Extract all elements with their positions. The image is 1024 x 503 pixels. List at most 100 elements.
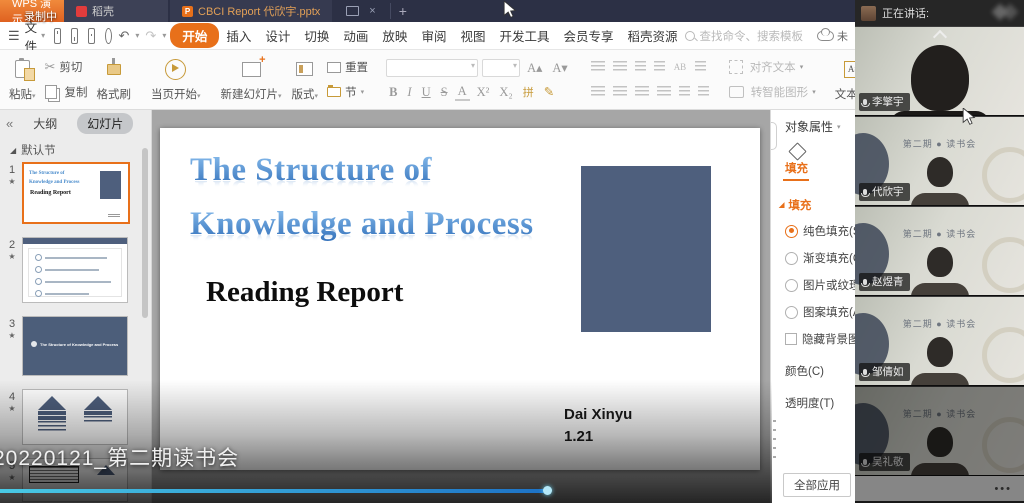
new-slide-button[interactable]: 新建幻灯片▾ — [216, 53, 287, 106]
tab-devtools[interactable]: 开发工具 — [492, 23, 556, 48]
font-name-select[interactable] — [386, 59, 478, 77]
slides-tab[interactable]: 幻灯片 — [77, 113, 133, 134]
fill-section-header[interactable]: ◢ 填充 — [779, 197, 856, 213]
copy-button[interactable]: 复制 — [41, 83, 92, 101]
bold-button[interactable]: B — [386, 85, 400, 100]
radio-gradient-fill[interactable]: 渐变填充(G) — [785, 250, 856, 266]
paste-button[interactable]: 粘贴▾ — [4, 53, 41, 106]
tab-animation[interactable]: 动画 — [336, 23, 375, 48]
font-color-button[interactable]: A — [455, 84, 470, 101]
color-label: 颜色(C) — [785, 363, 856, 379]
tab-view[interactable]: 视图 — [453, 23, 492, 48]
slide-title-line2[interactable]: Knowledge and Process — [190, 206, 534, 243]
undo-icon[interactable]: ↶ — [119, 28, 130, 44]
tab-insert[interactable]: 插入 — [219, 23, 258, 48]
speaker-avatar — [861, 6, 876, 21]
collapse-panel-button[interactable]: « — [6, 116, 13, 131]
participant-video-4[interactable]: 第二期 ● 读书会 邹倩如 — [855, 296, 1024, 386]
align-right-icon[interactable] — [635, 86, 649, 98]
tab-home[interactable]: 开始 — [170, 23, 219, 48]
thumbnail-scrollbar[interactable] — [142, 148, 148, 318]
slide-title-line1[interactable]: The Structure of — [190, 152, 432, 189]
document-tab[interactable]: P CBCI Report 代欣宇.pptx — [170, 0, 332, 22]
radio-solid-fill[interactable]: 纯色填充(S) — [785, 223, 856, 239]
undo-dropdown-icon[interactable]: ▾ — [135, 31, 139, 40]
tab-design[interactable]: 设计 — [258, 23, 297, 48]
radio-picture-texture-fill[interactable]: 图片或纹理填充 — [785, 277, 856, 293]
align-text-button[interactable]: 对齐文本▾ — [725, 58, 820, 76]
home-ribbon: 粘贴▾ ✂ 剪切 复制 格式刷 当页开始▾ 新建幻灯片▾ — [0, 50, 856, 110]
tab-review[interactable]: 审阅 — [414, 23, 453, 48]
slide-thumbnail-3[interactable]: The Structure of Knowledge and Process — [22, 316, 128, 376]
store-tab[interactable]: 稻壳 — [64, 0, 168, 22]
export-icon[interactable] — [71, 28, 78, 44]
format-painter-button[interactable]: 格式刷 — [92, 53, 137, 106]
participant-video-2[interactable]: 第二期 ● 读书会 代欣宇 — [855, 116, 1024, 206]
section-header[interactable]: ◢ 默认节 — [0, 136, 151, 162]
video-progress-knob[interactable] — [543, 486, 552, 495]
increase-font-icon[interactable]: A▴ — [524, 60, 545, 76]
save-icon[interactable] — [54, 28, 61, 44]
new-tab-button[interactable]: + — [390, 3, 415, 19]
distribute-icon[interactable] — [679, 86, 690, 98]
print-preview-icon[interactable] — [105, 28, 112, 44]
apply-all-button[interactable]: 全部应用 — [783, 473, 851, 497]
to-smart-graphic-button[interactable]: 转智能图形▾ — [725, 83, 820, 101]
subscript-button[interactable]: X₂ — [496, 85, 515, 100]
align-left-icon[interactable] — [591, 86, 605, 98]
slide-thumbnail-1[interactable]: The Structure ofKnowledge and Process Re… — [22, 162, 130, 224]
underline-button[interactable]: U — [419, 85, 434, 100]
redo-icon[interactable]: ↷ — [145, 28, 156, 44]
bullet-list-icon[interactable] — [591, 61, 605, 73]
customize-toolbar-icon[interactable]: ▾ — [162, 31, 166, 40]
superscript-button[interactable]: X² — [474, 85, 493, 100]
cut-button[interactable]: ✂ 剪切 — [41, 58, 92, 76]
font-size-select[interactable] — [482, 59, 520, 77]
video-progress-bar[interactable] — [0, 489, 548, 493]
hamburger-icon[interactable]: ☰ — [8, 28, 20, 44]
properties-title[interactable]: 对象属性 ▾ — [771, 110, 856, 141]
fill-tab[interactable]: 填充 — [785, 160, 856, 176]
tab-slideshow[interactable]: 放映 — [375, 23, 414, 48]
highlighter-icon[interactable]: ✎ — [541, 84, 557, 100]
play-from-current-button[interactable]: 当页开始▾ — [146, 53, 206, 106]
layout-button[interactable]: 版式▾ — [287, 53, 324, 106]
decrease-indent-icon[interactable] — [635, 61, 646, 73]
slide-thumbnail-2[interactable] — [22, 237, 128, 303]
slide-subtitle[interactable]: Reading Report — [206, 276, 403, 309]
strikethrough-button[interactable]: S — [438, 85, 451, 100]
search-input[interactable]: 查找命令、搜索模板 — [685, 28, 804, 44]
tab-transition[interactable]: 切换 — [297, 23, 336, 48]
reset-button[interactable]: 重置 — [323, 58, 372, 76]
italic-button[interactable]: I — [404, 85, 414, 100]
increase-indent-icon[interactable] — [654, 61, 665, 73]
align-center-icon[interactable] — [613, 86, 627, 98]
participant-video-3[interactable]: 第二期 ● 读书会 赵煜青 — [855, 206, 1024, 296]
panel-collapse-handle[interactable] — [770, 122, 777, 150]
outline-tab[interactable]: 大纲 — [23, 113, 67, 134]
line-spacing-icon[interactable] — [695, 61, 706, 73]
decrease-font-icon[interactable]: A▾ — [549, 60, 570, 76]
panel-resize-dots[interactable] — [773, 420, 776, 460]
cloud-sync-status[interactable]: 未 — [817, 28, 848, 44]
pinyin-guide-icon[interactable]: 拼 — [520, 84, 537, 100]
section-button[interactable]: 节▾ — [323, 83, 372, 101]
columns-icon[interactable] — [698, 86, 709, 98]
justify-icon[interactable] — [657, 86, 671, 98]
close-tab-button[interactable]: × — [369, 5, 375, 17]
numbered-list-icon[interactable] — [613, 61, 627, 73]
slide-shape-rectangle[interactable] — [581, 166, 711, 332]
participant-video-1[interactable]: 李擎宇 — [855, 26, 1024, 116]
text-box-button[interactable]: A≡ 文本框▾ — [830, 53, 856, 106]
more-options-icon[interactable]: ••• — [994, 483, 1012, 495]
tab-membership[interactable]: 会员专享 — [556, 23, 620, 48]
text-direction-icon[interactable]: AB — [671, 62, 690, 72]
print-icon[interactable] — [88, 28, 95, 44]
display-mode-icon[interactable] — [346, 6, 359, 16]
participant-video-5[interactable]: 第二期 ● 读书会 吴礼敬 — [855, 386, 1024, 476]
collapse-chevron-icon[interactable] — [932, 30, 946, 44]
slide-number: 3 — [9, 318, 15, 330]
radio-pattern-fill[interactable]: 图案填充(A) — [785, 304, 856, 320]
checkbox-hide-background-graphics[interactable]: 隐藏背景图形 — [785, 331, 856, 347]
tab-docer-resources[interactable]: 稻壳资源 — [621, 23, 685, 48]
